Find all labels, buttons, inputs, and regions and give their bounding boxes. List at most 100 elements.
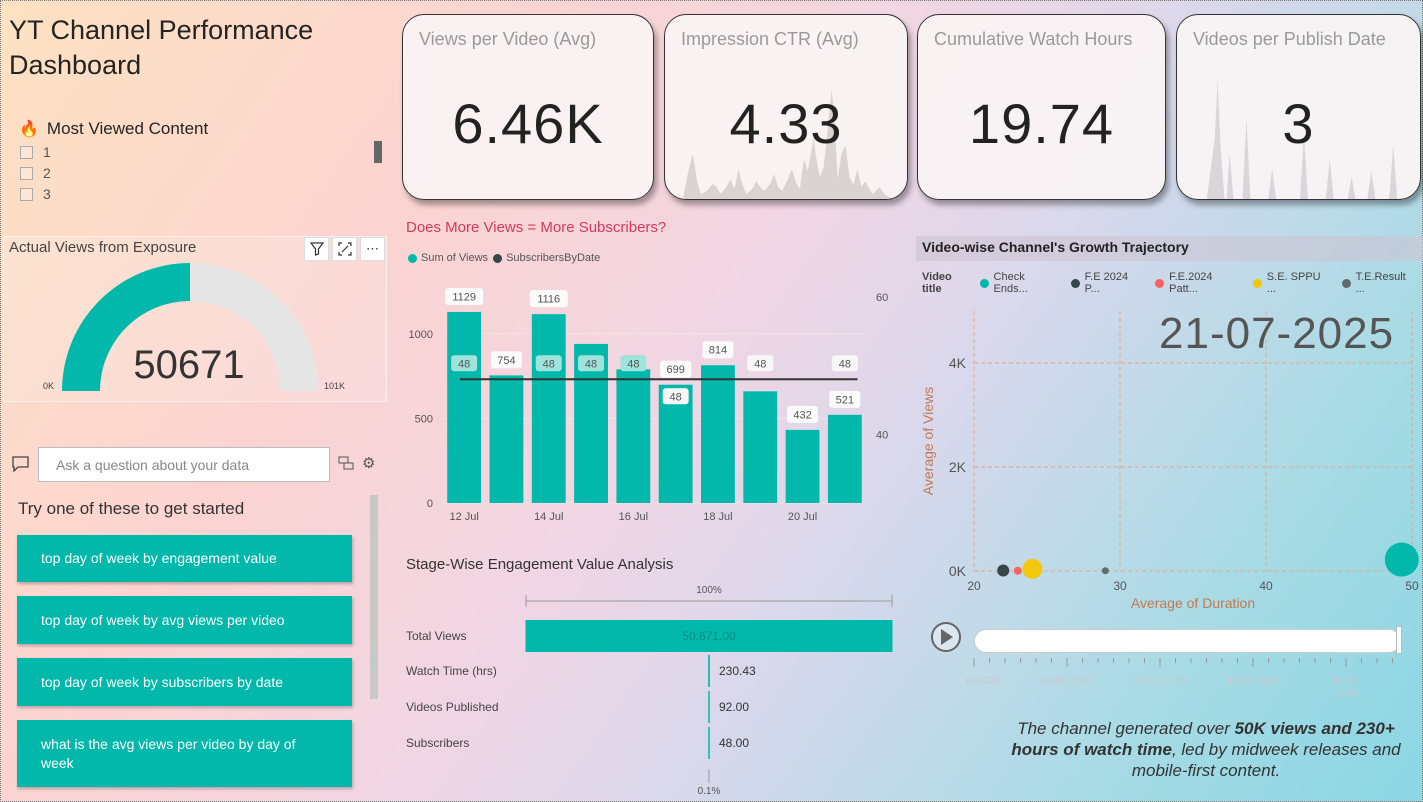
x-tick-label: 30 [1113, 579, 1127, 593]
suggestion-button-1[interactable]: top day of week by engagement value [17, 535, 352, 582]
line-data-label: 48 [839, 358, 851, 370]
card-value: 4.33 [729, 92, 843, 155]
slicer-item-3[interactable]: 3 [20, 186, 208, 202]
funnel-category-label: Total Views [406, 629, 466, 643]
y-tick-label: 4K [949, 355, 967, 371]
funnel-chart[interactable]: 100% Total Views 50,671.00 Watch Time (hrs)… [401, 579, 901, 802]
suggestions-scrollbar[interactable] [370, 495, 378, 699]
slicer-header: Most Viewed Content [46, 119, 209, 138]
filter-icon[interactable] [304, 237, 329, 261]
scatter-point[interactable] [997, 564, 1010, 577]
bar-13-Jul[interactable] [489, 375, 524, 503]
play-axis-slider[interactable] [974, 629, 1401, 653]
x-tick-label: 20 Jul [788, 511, 817, 523]
suggestion-button-2[interactable]: top day of week by avg views per video [17, 596, 352, 644]
slicer-item-2[interactable]: 2 [20, 165, 208, 181]
funnel-value-label: 92.00 [719, 700, 749, 714]
play-tick-label: 30-06-2025 [1041, 676, 1093, 687]
focus-mode-icon[interactable] [332, 237, 357, 261]
line-data-label: 48 [458, 358, 470, 370]
funnel-category-label: Watch Time (hrs) [406, 664, 497, 678]
y-axis-title: Average of Views [920, 387, 936, 495]
funnel-value-label: 50,671.00 [682, 629, 736, 643]
play-axis-handle[interactable] [1396, 626, 1402, 654]
play-tick-label: 24-06-2025 [966, 676, 1000, 687]
qa-question-input[interactable]: Ask a question about your data [38, 447, 330, 482]
slicer-scrollbar[interactable] [374, 141, 382, 163]
funnel-category-label: Subscribers [406, 736, 469, 750]
bar-14-Jul[interactable] [531, 314, 566, 503]
x-tick-label: 16 Jul [619, 511, 648, 523]
kpi-card-watch-hours[interactable]: Cumulative Watch Hours 19.74 [917, 14, 1166, 200]
bar-19-Jul[interactable] [743, 391, 778, 503]
funnel-title: Stage-Wise Engagement Value Analysis [406, 556, 674, 573]
scatter-title: Video-wise Channel's Growth Trajectory [916, 236, 1423, 261]
chat-icon [12, 456, 29, 476]
legend-marker [979, 278, 989, 288]
more-options-icon[interactable]: ⋯ [360, 237, 385, 261]
x-tick-label: 14 Jul [534, 511, 563, 523]
bar-12-Jul[interactable] [447, 311, 482, 503]
card-value: 3 [1282, 92, 1315, 155]
bar-18-Jul[interactable] [701, 365, 735, 503]
suggestion-button-4[interactable]: what is the avg views per video by day o… [17, 720, 352, 787]
card-title: Views per Video (Avg) [419, 29, 597, 49]
x-tick-label: 50 [1405, 579, 1419, 593]
suggestion-button-3[interactable]: top day of week by subscribers by date [17, 658, 352, 706]
line-data-label: 48 [543, 358, 555, 370]
funnel-top-label: 100% [696, 585, 722, 596]
combo-chart-plot[interactable]: 0 500 1000 40 60 1129 754 1116 699 814 432 521 48 48 4… [401, 271, 901, 531]
x-tick-label: 40 [1259, 579, 1273, 593]
funnel-value-label: 230.43 [719, 664, 756, 678]
scatter-point[interactable] [1384, 542, 1419, 577]
x-tick-label: 12 Jul [449, 511, 478, 523]
y-tick-label: 1000 [409, 329, 433, 341]
scatter-point[interactable] [1101, 567, 1109, 575]
legend-marker [1070, 278, 1080, 288]
bar-data-label: 814 [709, 345, 727, 357]
x-axis-title: Average of Duration [1131, 595, 1255, 611]
legend-item-subscribers[interactable]: SubscribersByDate [493, 252, 600, 264]
combo-chart-legend: Sum of Views SubscribersByDate [408, 252, 600, 264]
gauge-title: Actual Views from Exposure [9, 239, 197, 256]
qa-suggestions-prompt: Try one of these to get started [18, 499, 245, 518]
checkbox[interactable] [20, 187, 33, 201]
bar-data-label: 754 [497, 355, 515, 367]
funnel-bar[interactable] [708, 727, 710, 759]
convert-visual-icon[interactable] [338, 456, 354, 473]
y-tick-label: 0K [949, 563, 967, 579]
line-data-label: 48 [585, 358, 597, 370]
kpi-card-views-per-video[interactable]: Views per Video (Avg) 6.46K [402, 14, 654, 200]
bar-data-label: 699 [666, 364, 684, 376]
checkbox[interactable] [20, 166, 33, 180]
scatter-point[interactable] [1022, 558, 1043, 579]
scatter-point[interactable] [1013, 566, 1022, 575]
card-value: 6.46K [452, 92, 604, 155]
bar-21-Jul[interactable] [827, 414, 862, 503]
legend-item-views[interactable]: Sum of Views [408, 252, 488, 264]
legend-marker [1155, 278, 1165, 288]
bar-data-label: 432 [793, 409, 811, 421]
funnel-bar[interactable] [708, 691, 710, 723]
checkbox[interactable] [20, 145, 33, 159]
kpi-card-videos-per-date[interactable]: Videos per Publish Date 3 [1176, 14, 1421, 200]
narrative-text: The channel generated over 50K views and… [1011, 719, 1401, 780]
play-tick-label: 18-07- [1332, 676, 1361, 687]
y2-tick-label: 60 [876, 292, 888, 304]
line-data-label: 48 [670, 391, 682, 403]
bar-16-Jul[interactable] [616, 369, 651, 503]
slicer-item-1[interactable]: 1 [20, 144, 208, 160]
bar-data-label: 1129 [452, 291, 476, 303]
play-tick-label: 12-07-2025 [1227, 676, 1279, 687]
bar-data-label: 1116 [537, 294, 560, 306]
legend-marker [1253, 278, 1262, 288]
funnel-value-label: 48.00 [719, 736, 749, 750]
bar-20-Jul[interactable] [785, 429, 820, 503]
kpi-card-impression-ctr[interactable]: Impression CTR (Avg) 4.33 [664, 14, 908, 200]
card-title: Videos per Publish Date [1193, 29, 1386, 49]
funnel-bar[interactable] [708, 655, 710, 687]
y-tick-label: 0 [427, 498, 433, 510]
card-title: Impression CTR (Avg) [681, 29, 859, 49]
settings-gear-icon[interactable]: ⚙ [362, 454, 375, 472]
play-icon [941, 629, 953, 645]
